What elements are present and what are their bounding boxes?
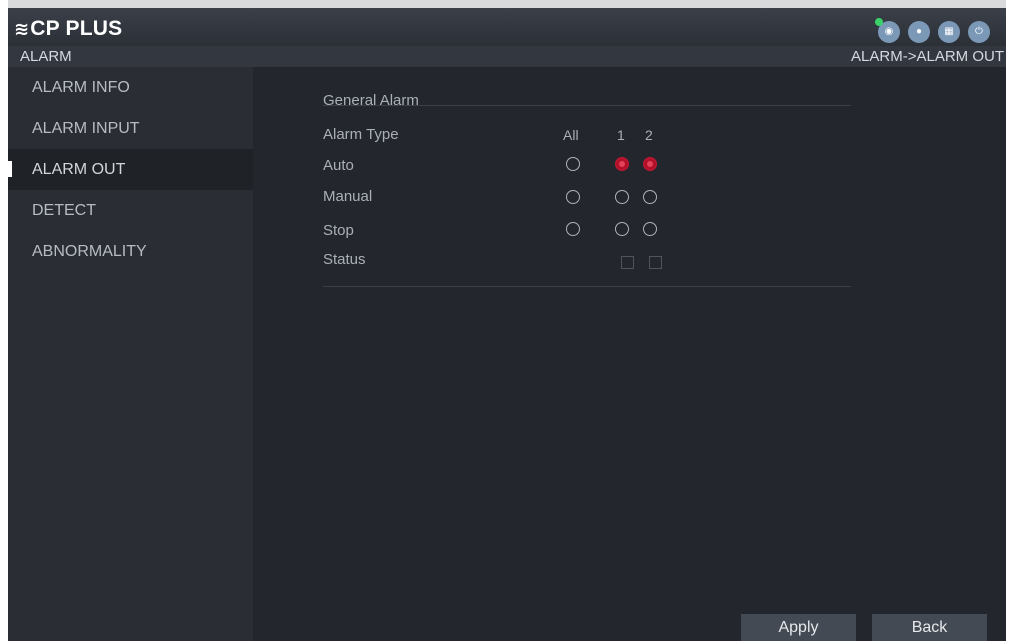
- status-dot: [875, 18, 883, 26]
- auto-ch1-radio[interactable]: [615, 157, 629, 171]
- sidebar: ALARM INFO ALARM INPUT ALARM OUT DETECT …: [8, 67, 253, 641]
- stop-ch1-radio[interactable]: [615, 222, 629, 236]
- auto-all-radio[interactable]: [566, 157, 580, 171]
- status-ch2-indicator: [649, 256, 662, 269]
- top-icon-group: ◉ ● ▦ ⏻: [875, 18, 990, 43]
- main-content: General Alarm Alarm Type All 1 2 Auto Ma…: [253, 67, 1006, 641]
- column-2: 2: [645, 127, 653, 143]
- status-label: Status: [323, 251, 366, 268]
- general-alarm-title: General Alarm: [323, 92, 419, 109]
- stop-all-radio[interactable]: [566, 222, 580, 236]
- section-header: ALARM ALARM->ALARM OUT: [8, 46, 1006, 67]
- breadcrumb: ALARM->ALARM OUT: [851, 48, 1004, 65]
- sidebar-item-alarm-info[interactable]: ALARM INFO: [8, 67, 253, 108]
- eye-glyph: ◉: [884, 26, 894, 37]
- top-strip: [8, 0, 1006, 8]
- power-glyph: ⏻: [975, 26, 983, 37]
- manual-ch2-radio[interactable]: [643, 190, 657, 204]
- auto-label: Auto: [323, 157, 354, 174]
- section-title: ALARM: [20, 48, 72, 65]
- sidebar-item-alarm-input[interactable]: ALARM INPUT: [8, 108, 253, 149]
- sidebar-item-detect[interactable]: DETECT: [8, 190, 253, 231]
- manual-all-radio[interactable]: [566, 190, 580, 204]
- status-ch1-indicator: [621, 256, 634, 269]
- stop-ch2-radio[interactable]: [643, 222, 657, 236]
- apply-button[interactable]: Apply: [741, 614, 856, 641]
- alarm-type-label: Alarm Type: [323, 126, 399, 143]
- column-1: 1: [617, 127, 625, 143]
- auto-ch2-radio[interactable]: [643, 157, 657, 171]
- brand-logo: ≋CP PLUS: [14, 17, 122, 41]
- stop-label: Stop: [323, 222, 354, 239]
- manual-ch1-radio[interactable]: [615, 190, 629, 204]
- sidebar-item-abnormality[interactable]: ABNORMALITY: [8, 231, 253, 272]
- section-divider-bottom: [323, 286, 851, 287]
- column-all: All: [563, 127, 579, 143]
- manual-label: Manual: [323, 188, 373, 205]
- user-icon[interactable]: ●: [908, 21, 930, 43]
- logo-mark: ≋: [14, 19, 30, 39]
- power-icon[interactable]: ⏻: [968, 21, 990, 43]
- section-divider-top: [323, 105, 851, 106]
- keyboard-glyph: ▦: [944, 26, 954, 37]
- logo-text: CP PLUS: [30, 17, 123, 40]
- top-bar: ≋CP PLUS ◉ ● ▦ ⏻: [8, 8, 1006, 46]
- dvr-screen: ≋CP PLUS ◉ ● ▦ ⏻ ALARM ALARM->ALARM OUT …: [8, 0, 1006, 641]
- user-glyph: ●: [915, 26, 923, 37]
- keyboard-icon[interactable]: ▦: [938, 21, 960, 43]
- back-button[interactable]: Back: [872, 614, 987, 641]
- sidebar-item-alarm-out[interactable]: ALARM OUT: [8, 149, 253, 190]
- eye-icon[interactable]: ◉: [875, 18, 900, 43]
